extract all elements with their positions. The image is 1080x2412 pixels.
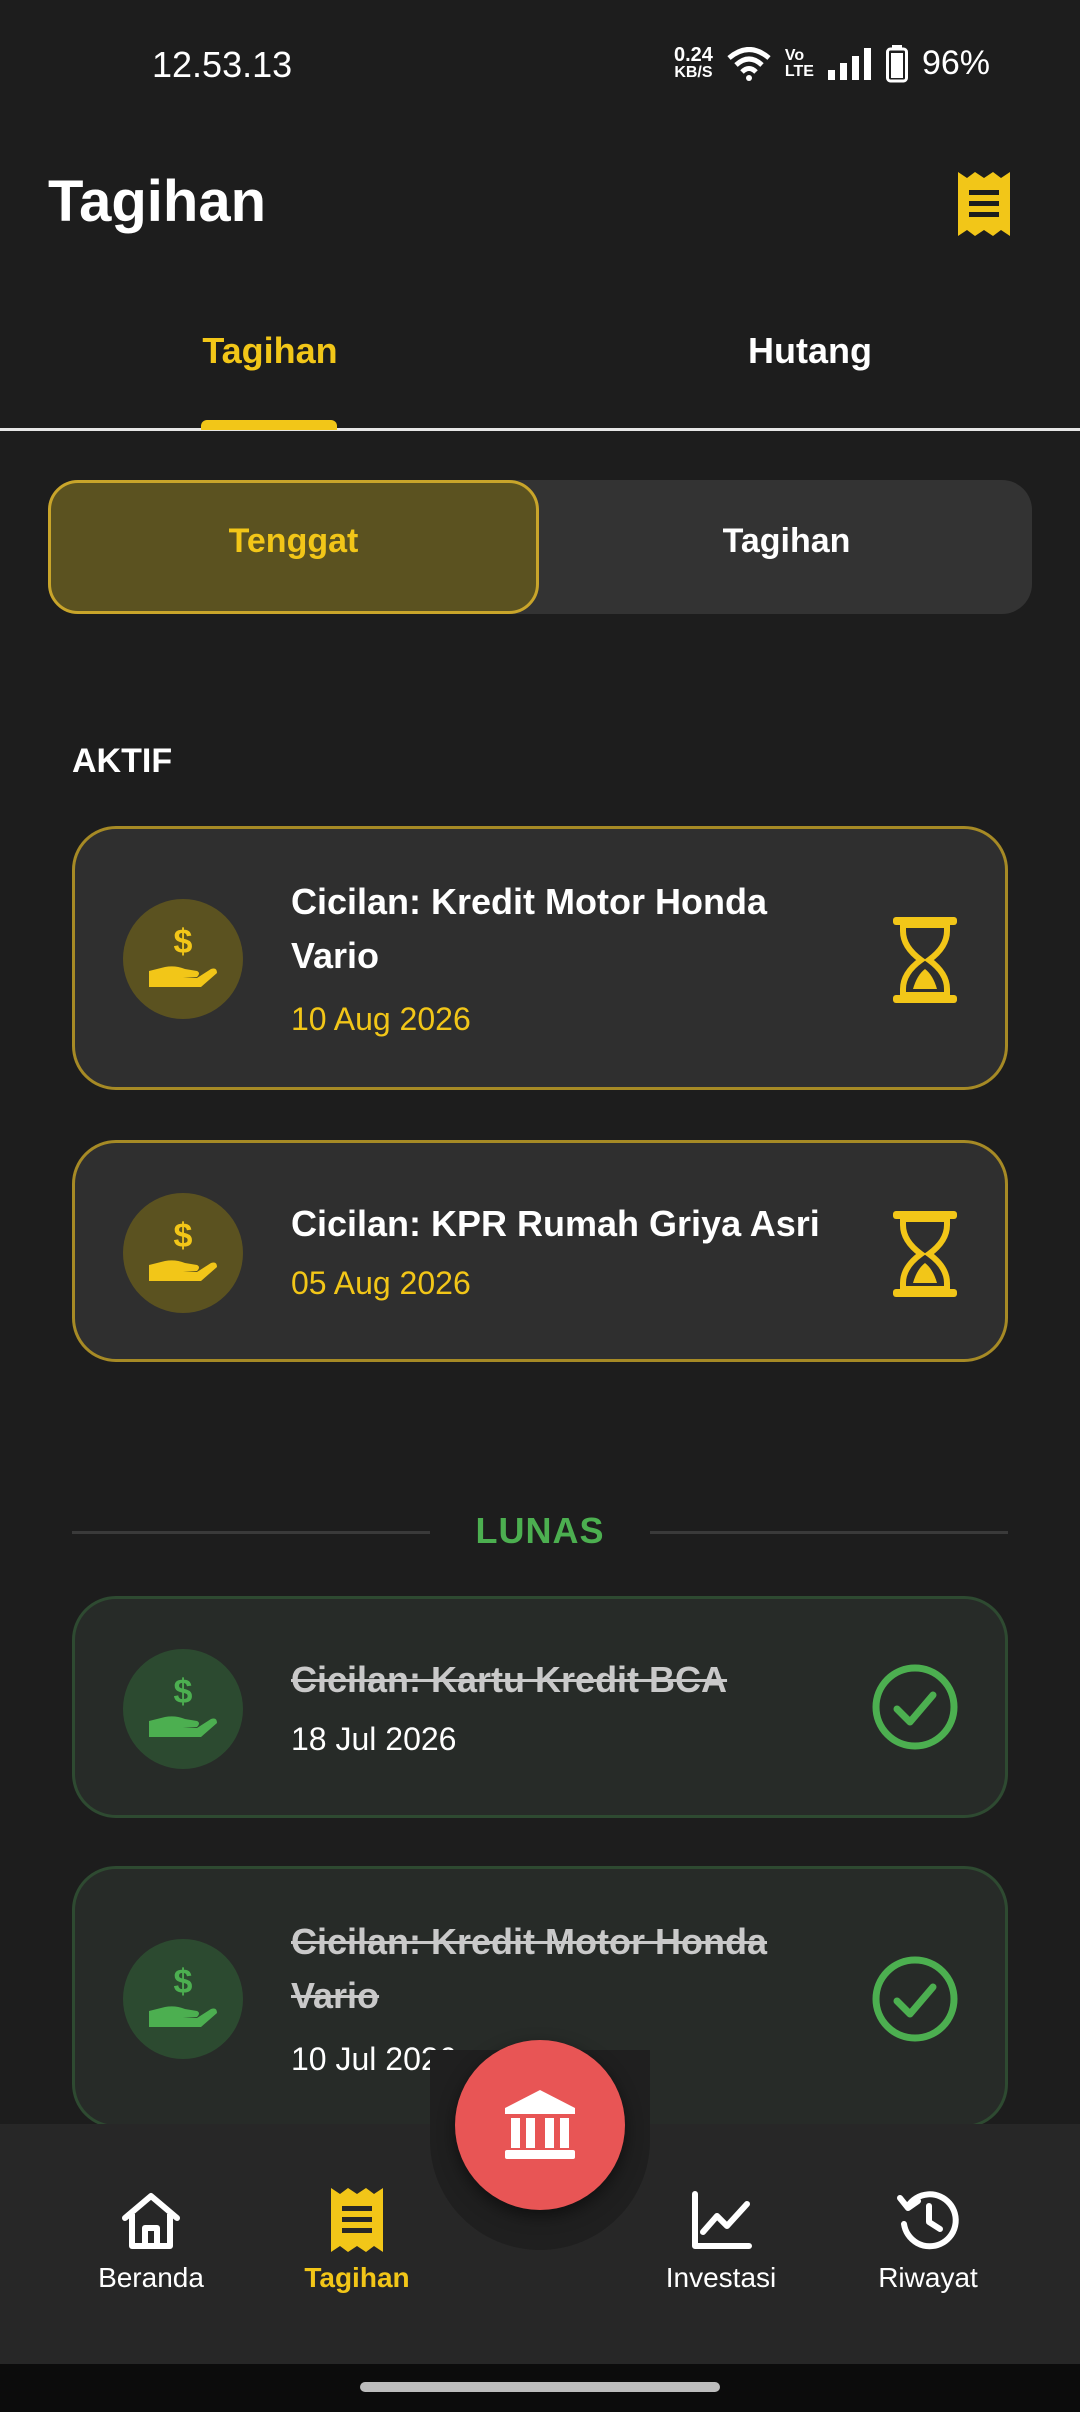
home-icon <box>122 2193 180 2249</box>
bill-title: Cicilan: Kredit Motor Honda Vario <box>291 1921 767 2016</box>
nav-item-riwayat[interactable]: Riwayat <box>843 2188 1013 2294</box>
section-divider-right <box>650 1531 1008 1534</box>
tab-tagihan[interactable]: Tagihan <box>0 330 540 372</box>
battery-level: 96% <box>921 44 990 82</box>
bill-date: 18 Jul 2026 <box>291 1721 457 1757</box>
svg-text:$: $ <box>174 923 193 961</box>
svg-text:$: $ <box>174 1673 193 1711</box>
network-speed-value: 0.24 <box>673 43 713 66</box>
tab-divider <box>0 428 1080 431</box>
battery-icon <box>885 44 908 82</box>
bank-icon <box>505 2090 575 2159</box>
volte-bottom: LTE <box>784 62 814 80</box>
wifi-icon <box>727 46 771 81</box>
money-hand-icon: $ <box>123 1939 243 2059</box>
signal-icon <box>827 47 871 80</box>
status-time: 12.53.13 <box>152 44 293 85</box>
svg-text:$: $ <box>174 1963 193 2001</box>
check-circle-icon <box>872 1956 958 2042</box>
hourglass-icon <box>893 1211 957 1297</box>
network-speed-unit: KB/S <box>674 63 713 81</box>
money-hand-icon: $ <box>123 1193 243 1313</box>
volte-top: Vo <box>784 46 805 64</box>
check-circle-icon <box>872 1664 958 1750</box>
status-icons: 0.24 KB/S Vo LTE 96% <box>674 44 990 83</box>
money-hand-icon: $ <box>123 1649 243 1769</box>
chart-line-icon <box>692 2191 752 2249</box>
bill-title: Cicilan: KPR Rumah Griya Asri <box>291 1203 820 1244</box>
nav-item-beranda[interactable]: Beranda <box>66 2188 236 2294</box>
nav-label: Investasi <box>665 2262 777 2293</box>
segment-tenggat[interactable]: Tenggat <box>48 522 539 561</box>
bill-date: 05 Aug 2026 <box>291 1265 471 1301</box>
receipt-icon[interactable] <box>958 172 1010 236</box>
bill-card[interactable]: $ Cicilan: KPR Rumah Griya Asri 05 Aug 2… <box>72 1140 1008 1362</box>
section-divider-left <box>72 1531 430 1534</box>
bill-date: 10 Aug 2026 <box>291 1001 471 1037</box>
section-title-active: AKTIF <box>72 742 173 780</box>
page-title: Tagihan <box>48 169 267 234</box>
nav-label: Riwayat <box>878 2262 978 2293</box>
nav-item-tagihan[interactable]: Tagihan <box>272 2188 442 2294</box>
bill-card[interactable]: $ Cicilan: Kredit Motor Honda Vario 10 A… <box>72 826 1008 1090</box>
nav-item-investasi[interactable]: Investasi <box>636 2188 806 2294</box>
gesture-handle[interactable] <box>360 2382 720 2392</box>
bill-card-paid[interactable]: $ Cicilan: Kartu Kredit BCA 18 Jul 2026 <box>72 1596 1008 1818</box>
history-icon <box>897 2191 959 2250</box>
hourglass-icon <box>893 917 957 1003</box>
volte-icon: Vo LTE <box>784 46 814 80</box>
bill-title: Cicilan: Kredit Motor Honda Vario <box>291 881 767 976</box>
network-speed: 0.24 KB/S <box>673 43 713 82</box>
tab-indicator <box>201 420 337 430</box>
nav-label: Tagihan <box>304 2262 410 2293</box>
nav-label: Beranda <box>98 2262 204 2293</box>
money-hand-icon: $ <box>123 899 243 1019</box>
bill-title: Cicilan: Kartu Kredit BCA <box>291 1659 728 1700</box>
bank-fab-button[interactable] <box>455 2040 625 2210</box>
tab-hutang[interactable]: Hutang <box>540 330 1080 372</box>
svg-text:$: $ <box>174 1217 193 1255</box>
segment-tagihan[interactable]: Tagihan <box>541 522 1032 561</box>
section-title-paid: LUNAS <box>475 1510 605 1551</box>
receipt-icon <box>331 2188 383 2252</box>
